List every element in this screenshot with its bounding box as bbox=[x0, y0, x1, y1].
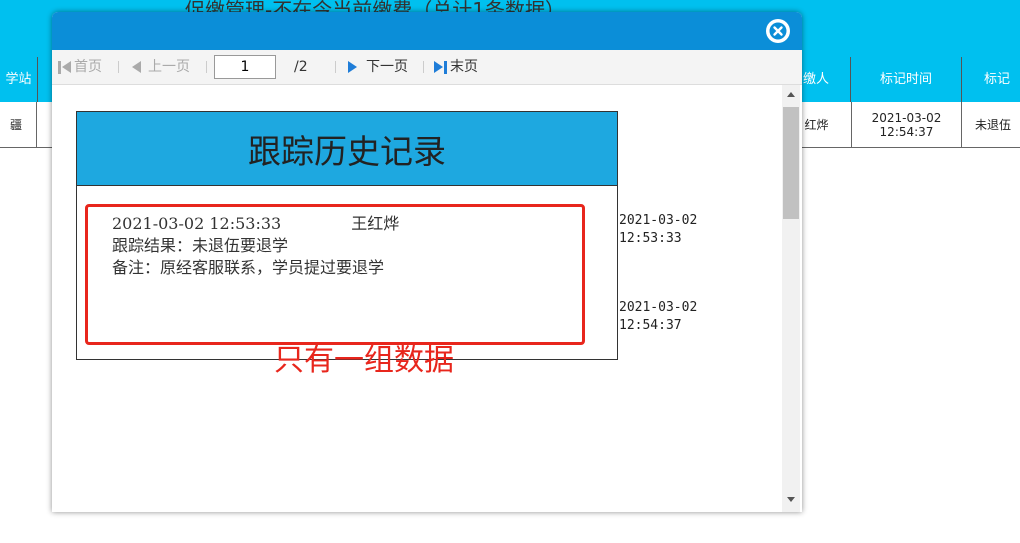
record-user: 王红烨 bbox=[351, 214, 400, 233]
cell-mark-date: 2021-03-02 bbox=[871, 110, 942, 125]
pager-toolbar: 首页 上一页 /2 下一页 末页 bbox=[52, 50, 802, 85]
side-timestamp-time: 12:54:37 bbox=[619, 318, 682, 333]
last-page-icon bbox=[434, 60, 447, 74]
side-timestamp-date: 2021-03-02 bbox=[619, 300, 698, 315]
side-timestamp-time: 12:53:33 bbox=[619, 231, 682, 246]
report-viewer: 跟踪历史记录 2021-03-02 12:53:33 王红烨 跟踪结果：未退伍要退… bbox=[52, 85, 782, 512]
page-total: /2 bbox=[294, 59, 308, 75]
prev-page-button[interactable]: 上一页 bbox=[132, 59, 190, 75]
close-circle-icon bbox=[767, 20, 789, 42]
cell-station: 疆 bbox=[0, 102, 37, 147]
next-page-icon bbox=[348, 61, 357, 73]
close-button[interactable] bbox=[766, 19, 790, 43]
first-page-icon bbox=[58, 60, 71, 74]
side-timestamp-date: 2021-03-02 bbox=[619, 213, 698, 228]
first-page-label: 首页 bbox=[74, 59, 102, 75]
prev-page-label: 上一页 bbox=[148, 59, 190, 75]
side-timestamp: 2021-03-02 12:53:33 bbox=[619, 212, 697, 248]
column-header-station: 学站 bbox=[0, 57, 38, 102]
cell-mark-time: 2021-03-02 12:54:37 bbox=[852, 102, 962, 147]
scroll-down-arrow-icon[interactable] bbox=[787, 497, 795, 502]
toolbar-divider bbox=[335, 61, 336, 73]
column-header-mark-time: 标记时间 bbox=[851, 57, 962, 102]
next-page-button[interactable]: 下一页 bbox=[348, 59, 408, 75]
prev-page-icon bbox=[132, 61, 141, 73]
toolbar-divider bbox=[206, 61, 207, 73]
column-header-mark: 标记 bbox=[983, 72, 1010, 87]
first-page-button[interactable]: 首页 bbox=[58, 59, 102, 75]
history-modal: 首页 上一页 /2 下一页 末页 跟踪历史记录 bbox=[52, 12, 802, 512]
page-number-input[interactable] bbox=[214, 55, 276, 79]
last-page-button[interactable]: 末页 bbox=[434, 59, 478, 75]
side-timestamp: 2021-03-02 12:54:37 bbox=[619, 299, 697, 335]
cell-mark-clock: 12:54:37 bbox=[879, 124, 934, 139]
last-page-label: 末页 bbox=[450, 59, 478, 75]
cell-mark: 未退伍 bbox=[974, 118, 1011, 132]
scrollbar-thumb[interactable] bbox=[783, 107, 799, 219]
record-note: 备注：原经客服联系，学员提过要退学 bbox=[112, 258, 385, 277]
toolbar-divider bbox=[423, 61, 424, 73]
history-card-title: 跟踪历史记录 bbox=[77, 112, 617, 186]
modal-titlebar bbox=[52, 12, 802, 50]
toolbar-divider bbox=[118, 61, 119, 73]
scroll-up-arrow-icon[interactable] bbox=[787, 92, 795, 97]
history-record: 2021-03-02 12:53:33 王红烨 跟踪结果：未退伍要退学 备注：原经… bbox=[112, 213, 399, 279]
record-datetime: 2021-03-02 12:53:33 bbox=[112, 214, 282, 233]
record-result: 跟踪结果：未退伍要退学 bbox=[112, 236, 289, 255]
vertical-scrollbar[interactable] bbox=[782, 85, 800, 512]
next-page-label: 下一页 bbox=[366, 59, 408, 75]
annotation-text: 只有一组数据 bbox=[274, 343, 454, 378]
